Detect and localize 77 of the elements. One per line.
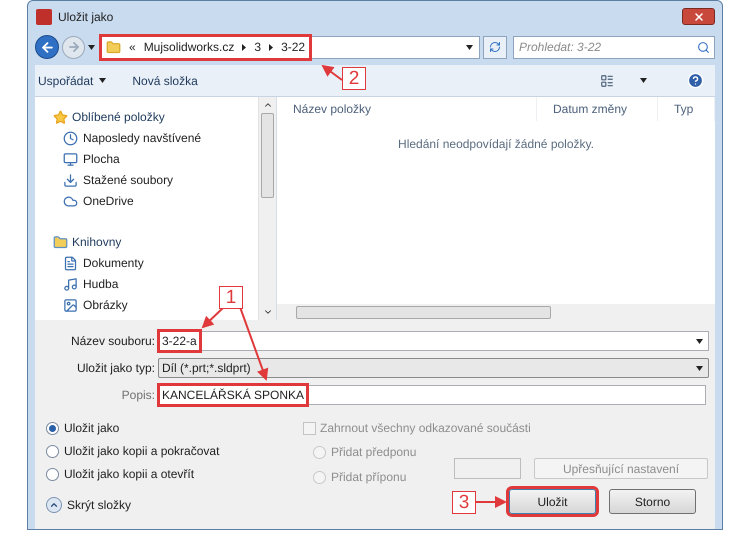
view-dropdown-icon [640,78,647,83]
horizontal-scrollbar[interactable] [277,304,715,320]
window-title: Uložit jako [58,8,114,26]
breadcrumb-segment[interactable]: « [129,38,136,56]
history-dropdown-icon [88,44,95,50]
file-type-select[interactable]: Díl (*.prt;*.sldprt) [158,358,709,378]
folder-icon [106,40,121,54]
hide-folders-button[interactable] [46,497,62,513]
breadcrumb-segment[interactable]: 3-22 [281,38,306,56]
nav-item-icon [63,194,78,208]
field-label: Název souboru: [70,333,156,350]
view-options-icon [600,74,614,88]
file-name-field[interactable]: 3-22-a [158,331,709,351]
column-header[interactable]: Název položky [277,97,537,121]
nav-item-icon [63,256,78,270]
input-field[interactable] [454,458,521,479]
nav-item-icon [63,276,78,292]
nav-item-icon [63,152,78,166]
radio-button[interactable] [46,468,59,480]
nav-group[interactable]: Knihovny [53,234,258,250]
field-value: Díl (*.prt;*.sldprt) [161,360,252,377]
chevron-up-icon [49,500,59,510]
field-value: KANCELÁŘSKÁ SPONKA [160,386,306,404]
radio-label: Přidat předponu [331,444,416,461]
field-value: 3-22-a [160,332,199,350]
annotation-number: 3 [452,491,476,514]
radio-label: Uložit jako kopii a otevřít [64,466,194,483]
nav-item[interactable]: OneDrive [53,193,258,209]
dropdown-icon [696,338,703,344]
nav-scrollbar[interactable] [258,97,276,320]
annotation-number: 1 [219,286,243,309]
search-icon [697,40,710,54]
nav-item[interactable]: Stažené soubory [53,172,258,188]
column-header[interactable]: Typ [658,97,715,121]
close-button[interactable] [682,8,715,25]
nav-item-icon [63,130,78,146]
radio-button[interactable] [46,422,59,434]
caret-icon [99,78,106,83]
breadcrumb-segment[interactable]: 3 [254,38,262,56]
close-icon [692,10,704,22]
help-icon [687,72,704,89]
radio-button[interactable] [46,444,59,458]
folder-icon [53,234,68,250]
star-icon [53,110,68,124]
hide-folders-label: Skrýt složky [67,497,132,514]
cancel-button[interactable]: Storno [609,489,696,514]
column-header[interactable]: Datum změny [537,97,658,121]
search-field[interactable]: Prohledat: 3-22 [513,36,715,58]
nav-item[interactable]: Dokumenty [53,255,258,271]
nav-group-label: Knihovny [72,234,122,251]
nav-item[interactable]: Naposledy navštívené [53,130,258,146]
app-icon [36,8,52,24]
address-dropdown-icon [466,44,473,50]
nav-group[interactable]: Oblíbené položky [53,109,258,125]
annotation-number: 2 [342,67,366,90]
breadcrumb-arrow-icon [269,44,274,50]
refresh-button[interactable] [483,36,507,58]
new-folder-button[interactable]: Nová složka [132,72,198,90]
save-button[interactable]: Uložit [509,489,596,514]
breadcrumb-segment[interactable]: Mujsolidworks.cz [144,38,234,56]
back-button[interactable] [35,35,59,59]
radio-label: Uložit jako [64,420,120,437]
nav-item-icon [63,298,78,312]
dropdown-icon [696,366,703,370]
nav-item[interactable]: Plocha [53,151,258,167]
organize-menu-button[interactable]: Uspořádat [38,72,106,90]
breadcrumb-arrow-icon [242,44,246,50]
checkbox-label: Zahrnout všechny odkazované součásti [320,420,531,437]
refresh-icon [489,41,501,53]
field-label: Popis: [120,387,156,404]
field-label: Uložit jako typ: [76,360,156,377]
nav-group-label: Oblíbené položky [72,109,165,126]
radio-label: Uložit jako kopii a pokračovat [64,443,220,460]
radio-label: Přidat příponu [331,469,406,486]
nav-item-icon [63,172,78,188]
empty-list-message: Hledání neodpovídají žádné položky. [398,136,594,153]
description-field[interactable]: KANCELÁŘSKÁ SPONKA [158,385,706,405]
